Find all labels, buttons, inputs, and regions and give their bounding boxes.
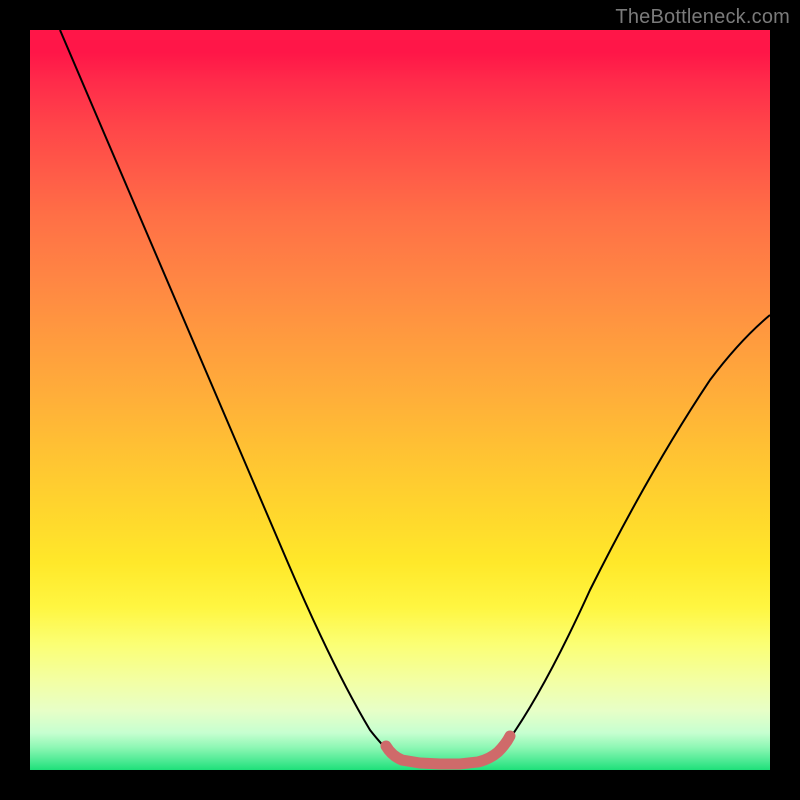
chart-frame: TheBottleneck.com (0, 0, 800, 800)
watermark-text: TheBottleneck.com (615, 6, 790, 29)
optimal-range-marker (386, 736, 510, 764)
plot-area (30, 30, 770, 770)
bottleneck-curve (60, 30, 770, 765)
curve-layer (30, 30, 770, 770)
